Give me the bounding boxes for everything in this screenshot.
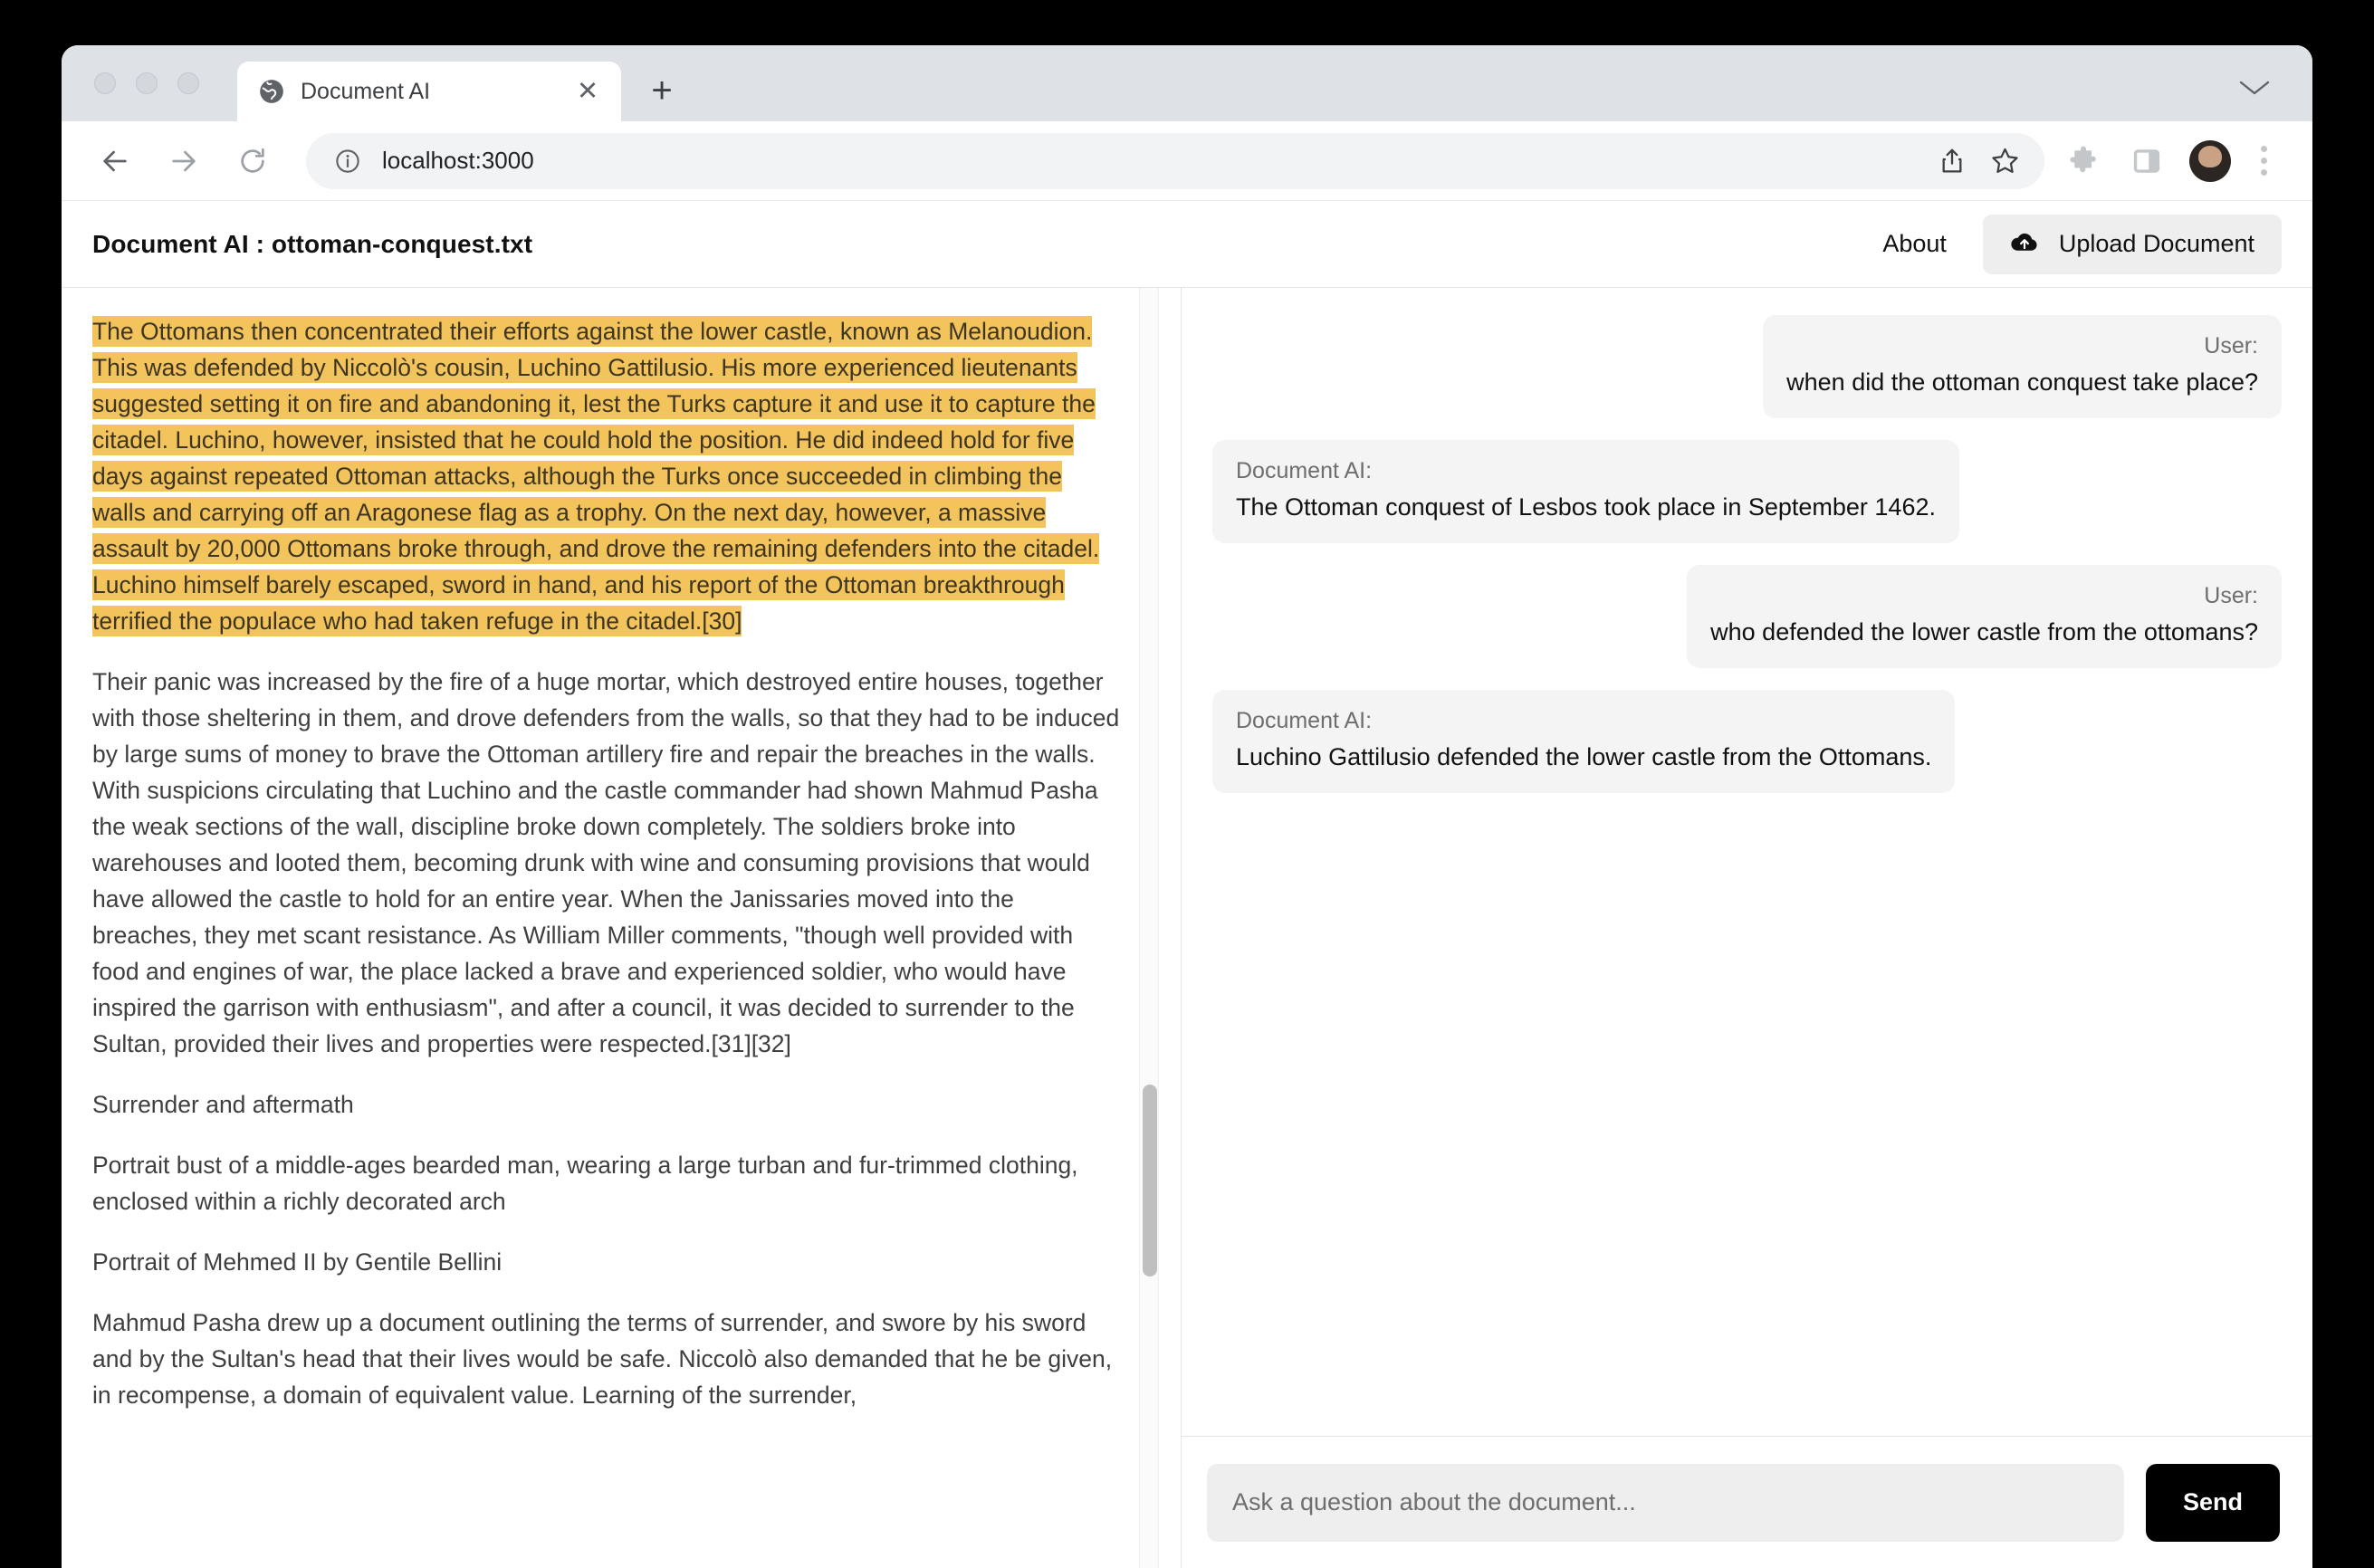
back-arrow-icon[interactable] [87, 133, 143, 189]
document-paragraph: Mahmud Pasha drew up a document outlinin… [92, 1305, 1120, 1413]
browser-tab-strip: Document AI ✕ + [62, 45, 2312, 121]
document-paragraph: Their panic was increased by the fire of… [92, 664, 1120, 1062]
document-pane: The Ottomans then concentrated their eff… [62, 288, 1182, 1568]
browser-toolbar: localhost:3000 [62, 121, 2312, 201]
profile-avatar[interactable] [2189, 140, 2231, 182]
chat-message-role: User: [1710, 583, 2258, 609]
document-scrollbar[interactable] [1139, 288, 1159, 1568]
cloud-upload-icon [2010, 231, 2039, 257]
document-text-container: The Ottomans then concentrated their eff… [62, 288, 1134, 1568]
upload-document-button[interactable]: Upload Document [1983, 215, 2282, 274]
forward-arrow-icon[interactable] [156, 133, 212, 189]
browser-window: Document AI ✕ + [62, 45, 2312, 1568]
star-icon[interactable] [1986, 143, 2023, 179]
chat-input-bar: Send [1182, 1436, 2312, 1568]
info-circle-icon[interactable] [330, 143, 366, 179]
document-scrollbar-thumb[interactable] [1143, 1085, 1157, 1276]
window-traffic-lights [94, 45, 237, 121]
chat-message-user: User: who defended the lower castle from … [1687, 565, 2282, 668]
chat-message-role: Document AI: [1236, 458, 1936, 484]
about-link[interactable]: About [1882, 230, 1947, 258]
window-minimize-button[interactable] [136, 72, 158, 94]
window-maximize-button[interactable] [177, 72, 199, 94]
app-header: Document AI : ottoman-conquest.txt About… [62, 201, 2312, 288]
chat-message-text: Luchino Gattilusio defended the lower ca… [1236, 741, 1931, 773]
chat-message-role: User: [1786, 333, 2258, 359]
chat-message-role: Document AI: [1236, 708, 1931, 734]
address-bar[interactable]: localhost:3000 [306, 133, 2044, 189]
page-title: Document AI : ottoman-conquest.txt [92, 230, 532, 259]
document-paragraph: Portrait bust of a middle-ages bearded m… [92, 1147, 1120, 1219]
chat-pane: User: when did the ottoman conquest take … [1182, 288, 2312, 1568]
chat-message-list: User: when did the ottoman conquest take … [1182, 288, 2312, 1436]
upload-document-label: Upload Document [2059, 230, 2254, 258]
window-close-button[interactable] [94, 72, 116, 94]
browser-tab[interactable]: Document AI ✕ [237, 62, 621, 121]
chat-message-text: who defended the lower castle from the o… [1710, 616, 2258, 648]
main-content: The Ottomans then concentrated their eff… [62, 288, 2312, 1568]
three-dots-icon[interactable] [2244, 137, 2283, 186]
puzzle-piece-icon[interactable] [2059, 137, 2108, 186]
chat-message-text: The Ottoman conquest of Lesbos took plac… [1236, 491, 1936, 523]
chat-message-ai: Document AI: Luchino Gattilusio defended … [1212, 690, 1955, 793]
send-button[interactable]: Send [2146, 1464, 2280, 1542]
browser-tab-title: Document AI [301, 79, 556, 105]
chat-message-user: User: when did the ottoman conquest take … [1763, 315, 2282, 418]
document-paragraph: Portrait of Mehmed II by Gentile Bellini [92, 1244, 1120, 1280]
globe-icon [259, 79, 284, 104]
share-icon[interactable] [1934, 143, 1970, 179]
highlighted-text: The Ottomans then concentrated their eff… [92, 316, 1099, 636]
chat-input[interactable] [1207, 1464, 2124, 1542]
plus-icon[interactable]: + [634, 62, 690, 119]
reload-icon[interactable] [225, 133, 281, 189]
chevron-down-icon[interactable] [2238, 78, 2271, 102]
address-bar-url: localhost:3000 [382, 147, 534, 175]
side-panel-icon[interactable] [2122, 137, 2171, 186]
document-paragraph: The Ottomans then concentrated their eff… [92, 313, 1120, 639]
document-paragraph: Surrender and aftermath [92, 1086, 1120, 1123]
chat-message-text: when did the ottoman conquest take place… [1786, 366, 2258, 398]
chat-message-ai: Document AI: The Ottoman conquest of Lesb… [1212, 440, 1959, 543]
close-icon[interactable]: ✕ [572, 76, 603, 107]
